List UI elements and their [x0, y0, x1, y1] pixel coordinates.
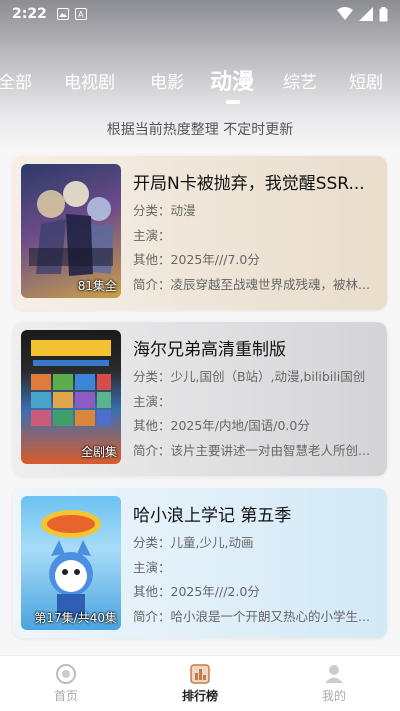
signal-icon: [359, 7, 373, 21]
list-item[interactable]: 全剧集 海尔兄弟高清重制版 分类：少儿,国创（B站）,动漫,bilibili国创…: [13, 322, 387, 476]
home-icon: [56, 664, 76, 684]
poster-image: 全剧集: [21, 330, 121, 464]
nav-profile-label: 我的: [321, 689, 346, 703]
status-bar: 2:22 A: [0, 0, 400, 28]
battery-icon: [379, 6, 388, 21]
a-notification-icon: A: [74, 8, 87, 20]
nav-ranking[interactable]: 排行榜: [170, 664, 230, 704]
list-item[interactable]: 第17集/共40集 哈小浪上学记 第五季 分类：儿童,少儿,动画 主演： 其他：…: [13, 488, 387, 638]
wifi-icon: [337, 7, 353, 20]
tab-variety[interactable]: 综艺: [283, 68, 317, 93]
item-other: 其他：2025年///2.0分: [133, 584, 260, 599]
item-other: 其他：2025年/内地/国语/0.0分: [133, 418, 310, 433]
episode-badge: 81集全: [77, 279, 117, 293]
nav-home-label: 首页: [53, 689, 78, 703]
item-title: 海尔兄弟高清重制版: [133, 340, 286, 360]
item-cast: 主演：: [133, 393, 171, 409]
item-intro: 简介：哈小浪是一个开朗又热心的小学生...: [133, 608, 370, 624]
tab-anime[interactable]: 动漫: [210, 64, 254, 96]
tab-tv[interactable]: 电视剧: [64, 68, 115, 93]
nav-home[interactable]: 首页: [36, 664, 96, 704]
item-intro: 简介：凌辰穿越至战魂世界成残魂，被林...: [133, 276, 370, 292]
nav-profile[interactable]: 我的: [304, 664, 364, 704]
active-tab-indicator: [226, 100, 240, 104]
item-cast: 主演：: [133, 559, 171, 575]
ranking-icon: [190, 664, 210, 684]
list-item[interactable]: 81集全 开局N卡被抛弃，我觉醒SSR... 分类：动漫 主演： 其他：2025…: [13, 156, 387, 310]
item-title: 哈小浪上学记 第五季: [133, 506, 292, 526]
item-category: 分类：儿童,少儿,动画: [133, 535, 254, 550]
tab-short-drama[interactable]: 短剧: [349, 68, 383, 93]
tab-movie[interactable]: 电影: [150, 68, 184, 93]
nav-ranking-label: 排行榜: [181, 689, 218, 703]
item-other: 其他：2025年///7.0分: [133, 252, 260, 267]
bottom-navigation: 首页 排行榜 我的: [0, 655, 400, 711]
gallery-notification-icon: [56, 8, 69, 20]
item-title: 开局N卡被抛弃，我觉醒SSR...: [133, 174, 365, 194]
poster-image: 第17集/共40集: [21, 496, 121, 630]
episode-badge: 第17集/共40集: [34, 611, 117, 625]
status-time: 2:22: [12, 6, 47, 22]
tab-all[interactable]: 全部: [0, 68, 32, 93]
item-intro: 简介：该片主要讲述一对由智慧老人所创...: [133, 442, 370, 458]
episode-badge: 全剧集: [80, 445, 117, 459]
item-category: 分类：动漫: [133, 203, 196, 218]
poster-image: 81集全: [21, 164, 121, 298]
item-category: 分类：少儿,国创（B站）,动漫,bilibili国创: [133, 369, 366, 384]
ranking-subtitle: 根据当前热度整理 不定时更新: [106, 122, 294, 138]
item-cast: 主演：: [133, 227, 171, 243]
profile-icon: [325, 665, 343, 683]
category-tabs: 全部 电视剧 电影 动漫 综艺 短剧: [0, 62, 400, 106]
